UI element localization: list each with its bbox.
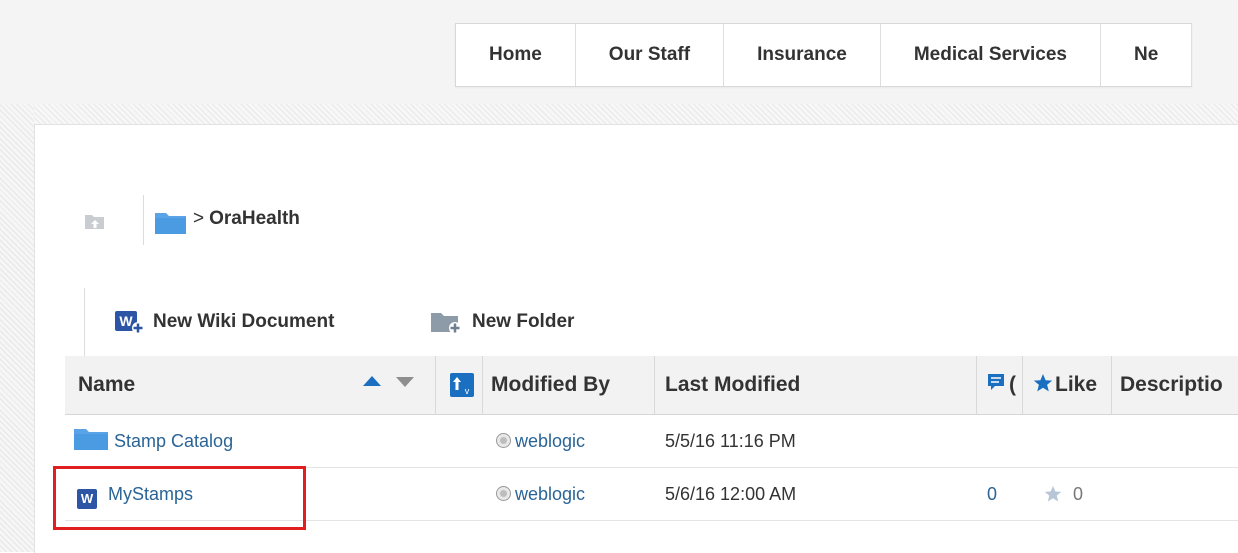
- column-divider: [435, 356, 436, 414]
- nav-home[interactable]: Home: [456, 24, 576, 86]
- up-folder-icon[interactable]: [84, 209, 106, 231]
- folder-icon: [74, 429, 108, 450]
- column-divider: [1022, 356, 1023, 414]
- column-divider: [976, 356, 977, 414]
- toolbar-divider: [84, 288, 85, 358]
- table-header: Name v Modified By Last Modified ( Like …: [65, 356, 1238, 415]
- item-name-link[interactable]: Stamp Catalog: [114, 431, 233, 451]
- breadcrumb-current[interactable]: OraHealth: [209, 208, 300, 229]
- new-folder-button[interactable]: New Folder: [430, 308, 574, 336]
- svg-text:v: v: [465, 386, 470, 396]
- column-header-last-modified[interactable]: Last Modified: [665, 356, 800, 414]
- top-header: Home Our Staff Insurance Medical Service…: [0, 0, 1238, 105]
- new-folder-label: New Folder: [472, 311, 575, 332]
- new-folder-icon: [431, 313, 461, 334]
- nav-insurance[interactable]: Insurance: [724, 24, 881, 86]
- main-nav: Home Our Staff Insurance Medical Service…: [455, 23, 1193, 87]
- last-modified-cell: 5/5/16 11:16 PM: [665, 431, 796, 451]
- new-wiki-document-button[interactable]: W New Wiki Document: [115, 308, 334, 336]
- column-divider: [654, 356, 655, 414]
- like-cell: 0: [1044, 468, 1083, 520]
- breadcrumb: > OraHealth: [193, 208, 300, 230]
- column-header-modified-by[interactable]: Modified By: [491, 356, 610, 414]
- breadcrumb-divider: [143, 195, 144, 245]
- svg-text:W: W: [119, 313, 133, 329]
- presence-status-icon: [496, 433, 511, 448]
- sort-ascending-icon[interactable]: [363, 376, 381, 386]
- column-header-description[interactable]: Descriptio: [1120, 356, 1238, 414]
- highlight-box: [53, 466, 306, 530]
- table-row[interactable]: Stamp Catalog weblogic 5/5/16 11:16 PM: [65, 415, 1238, 468]
- folder-icon[interactable]: [154, 211, 187, 235]
- breadcrumb-separator: >: [193, 208, 205, 229]
- presence-status-icon: [496, 486, 511, 501]
- hatched-margin: [0, 104, 34, 552]
- sort-descending-icon[interactable]: [396, 377, 414, 387]
- name-cell: Stamp Catalog: [73, 415, 233, 467]
- column-header-like[interactable]: Like: [1055, 356, 1097, 414]
- user-link[interactable]: weblogic: [515, 484, 585, 504]
- hatched-background: [0, 104, 1238, 124]
- nav-medical-services[interactable]: Medical Services: [881, 24, 1101, 86]
- column-divider: [482, 356, 483, 414]
- last-modified-cell: 5/6/16 12:00 AM: [665, 484, 797, 504]
- like-star-icon[interactable]: [1044, 485, 1062, 503]
- nav-our-staff[interactable]: Our Staff: [576, 24, 725, 86]
- version-sort-icon[interactable]: v: [450, 373, 474, 397]
- new-wiki-icon: W: [115, 311, 144, 334]
- likes-count: 0: [1073, 484, 1084, 504]
- star-icon: [1033, 374, 1053, 392]
- column-header-name[interactable]: Name: [78, 356, 135, 414]
- comments-count[interactable]: 0: [987, 468, 997, 520]
- column-header-comments[interactable]: (: [1009, 356, 1021, 414]
- comment-icon: [988, 374, 1004, 390]
- new-wiki-label: New Wiki Document: [153, 311, 335, 332]
- modified-by-cell: weblogic: [496, 468, 585, 520]
- user-link[interactable]: weblogic: [515, 431, 585, 451]
- nav-news[interactable]: Ne: [1101, 24, 1193, 86]
- modified-by-cell: weblogic: [496, 415, 585, 467]
- column-divider: [1111, 356, 1112, 414]
